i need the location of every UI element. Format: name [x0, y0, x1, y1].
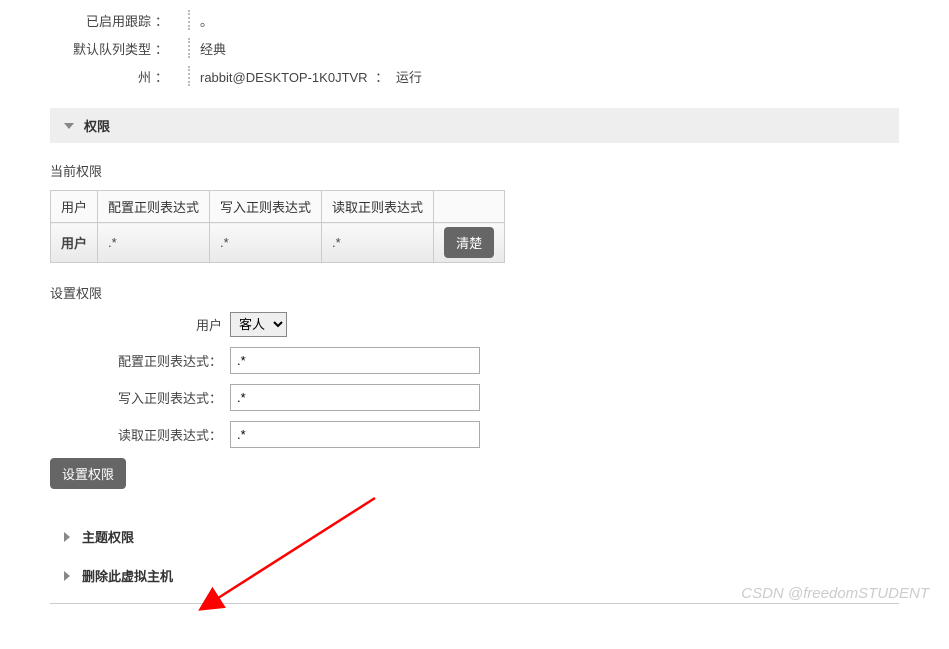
node-status: 运行	[396, 70, 422, 85]
current-permissions-label: 当前权限	[50, 161, 899, 180]
cell-read: .*	[322, 223, 434, 263]
node-name: rabbit@DESKTOP-1K0JTVR	[200, 70, 368, 85]
form-row-read: 读取正则表达式：	[50, 421, 899, 448]
detail-value: 经典	[200, 39, 226, 58]
write-regex-input[interactable]	[230, 384, 480, 411]
clear-button[interactable]: 清楚	[444, 227, 494, 258]
form-label-write: 写入正则表达式：	[50, 388, 230, 407]
detail-row-queue: 默认队列类型： 经典	[50, 38, 899, 58]
form-row-write: 写入正则表达式：	[50, 384, 899, 411]
th-write: 写入正则表达式	[210, 191, 322, 223]
separator	[188, 10, 190, 30]
set-permission-button[interactable]: 设置权限	[50, 458, 126, 489]
cell-user: 用户	[51, 223, 98, 263]
detail-label: 已启用跟踪：	[50, 11, 178, 30]
permissions-section-header[interactable]: 权限	[50, 108, 899, 143]
divider	[50, 603, 899, 604]
detail-label: 默认队列类型：	[50, 39, 178, 58]
detail-value: rabbit@DESKTOP-1K0JTVR ： 运行	[200, 67, 422, 86]
form-label-config: 配置正则表达式：	[50, 351, 230, 370]
chevron-down-icon	[64, 123, 74, 129]
config-regex-input[interactable]	[230, 347, 480, 374]
form-row-config: 配置正则表达式：	[50, 347, 899, 374]
set-permissions-label: 设置权限	[50, 283, 899, 302]
cell-config: .*	[98, 223, 210, 263]
collapse-title: 主题权限	[82, 527, 134, 546]
chevron-right-icon	[64, 571, 70, 581]
th-user: 用户	[51, 191, 98, 223]
th-config: 配置正则表达式	[98, 191, 210, 223]
detail-row-tracking: 已启用跟踪： 。	[50, 10, 899, 30]
separator	[188, 38, 190, 58]
read-regex-input[interactable]	[230, 421, 480, 448]
detail-row-state: 州： rabbit@DESKTOP-1K0JTVR ： 运行	[50, 66, 899, 86]
permissions-table: 用户 配置正则表达式 写入正则表达式 读取正则表达式 用户 .* .* .* 清…	[50, 190, 505, 263]
form-row-user: 用户 客人	[50, 312, 899, 337]
detail-label: 州：	[50, 67, 178, 86]
table-header-row: 用户 配置正则表达式 写入正则表达式 读取正则表达式	[51, 191, 505, 223]
cell-write: .*	[210, 223, 322, 263]
table-row: 用户 .* .* .* 清楚	[51, 223, 505, 263]
watermark: CSDN @freedomSTUDENT	[741, 585, 929, 602]
cell-actions: 清楚	[434, 223, 505, 263]
form-label-read: 读取正则表达式：	[50, 425, 230, 444]
topic-permissions-section[interactable]: 主题权限	[50, 517, 899, 556]
chevron-right-icon	[64, 532, 70, 542]
form-label-user: 用户	[50, 315, 230, 334]
separator	[188, 66, 190, 86]
section-title: 权限	[84, 116, 110, 135]
detail-value: 。	[200, 11, 213, 30]
th-actions	[434, 191, 505, 223]
collapse-title: 删除此虚拟主机	[82, 566, 173, 585]
user-select[interactable]: 客人	[230, 312, 287, 337]
th-read: 读取正则表达式	[322, 191, 434, 223]
